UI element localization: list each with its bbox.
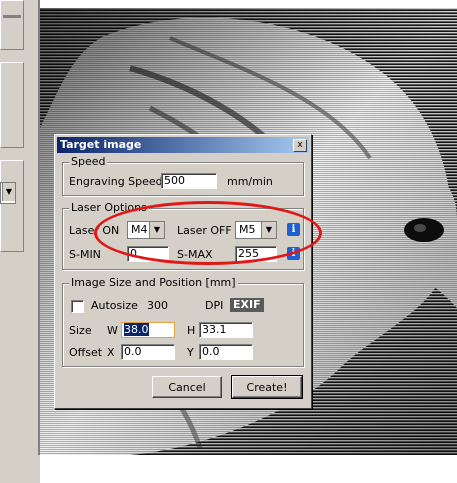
target-image-dialog: Target image x Speed Engraving Speed 500… <box>54 134 312 409</box>
exif-button[interactable]: EXIF <box>230 298 264 312</box>
chevron-down-icon: ▼ <box>2 183 15 201</box>
image-size-group-label: Image Size and Position [mm] <box>69 276 238 289</box>
preview-top-margin <box>40 0 457 8</box>
height-input[interactable]: 33.1 <box>199 322 253 338</box>
height-value: 33.1 <box>202 323 227 336</box>
autosize-checkbox[interactable] <box>71 300 84 313</box>
speed-group-label: Speed <box>69 155 108 168</box>
engraving-speed-value: 500 <box>164 174 185 187</box>
dialog-title: Target image <box>60 138 142 151</box>
left-panel-section-top <box>0 0 24 50</box>
offset-y-value: 0.0 <box>202 345 220 358</box>
speed-unit-label: mm/min <box>227 175 273 188</box>
width-label: W <box>107 324 118 337</box>
s-min-label: S-MIN <box>69 248 101 261</box>
close-icon: x <box>297 140 303 150</box>
left-panel-section-lower <box>0 160 24 252</box>
left-toolbar-panel: ▼ <box>0 0 24 483</box>
highlight-ellipse-annotation <box>94 201 322 265</box>
speed-group: Speed Engraving Speed 500 mm/min <box>62 155 304 196</box>
left-panel-separator <box>3 15 21 18</box>
offset-x-input[interactable]: 0.0 <box>121 344 175 360</box>
left-panel-section-middle <box>0 62 24 148</box>
dpi-label: DPI <box>205 299 224 312</box>
dpi-value: 300 <box>147 299 168 312</box>
size-label: Size <box>69 324 92 337</box>
height-label: H <box>187 324 196 337</box>
offset-y-label: Y <box>187 346 194 359</box>
create-button[interactable]: Create! <box>231 375 303 399</box>
width-value: 38.0 <box>124 323 149 336</box>
engraving-speed-label: Engraving Speed <box>69 175 163 188</box>
offset-y-input[interactable]: 0.0 <box>199 344 253 360</box>
autosize-label: Autosize <box>91 299 138 312</box>
dialog-title-bar[interactable]: Target image x <box>57 137 309 153</box>
left-panel-dropdown[interactable]: ▼ <box>0 182 16 204</box>
canvas-background <box>40 455 457 483</box>
close-button[interactable]: x <box>293 139 307 152</box>
width-input[interactable]: 38.0 <box>121 322 175 338</box>
engraving-speed-input[interactable]: 500 <box>161 173 217 189</box>
offset-x-value: 0.0 <box>124 345 142 358</box>
offset-label: Offset <box>69 346 103 359</box>
image-size-group: Image Size and Position [mm] Autosize 30… <box>62 276 304 367</box>
cancel-button[interactable]: Cancel <box>152 376 222 398</box>
offset-x-label: X <box>107 346 115 359</box>
